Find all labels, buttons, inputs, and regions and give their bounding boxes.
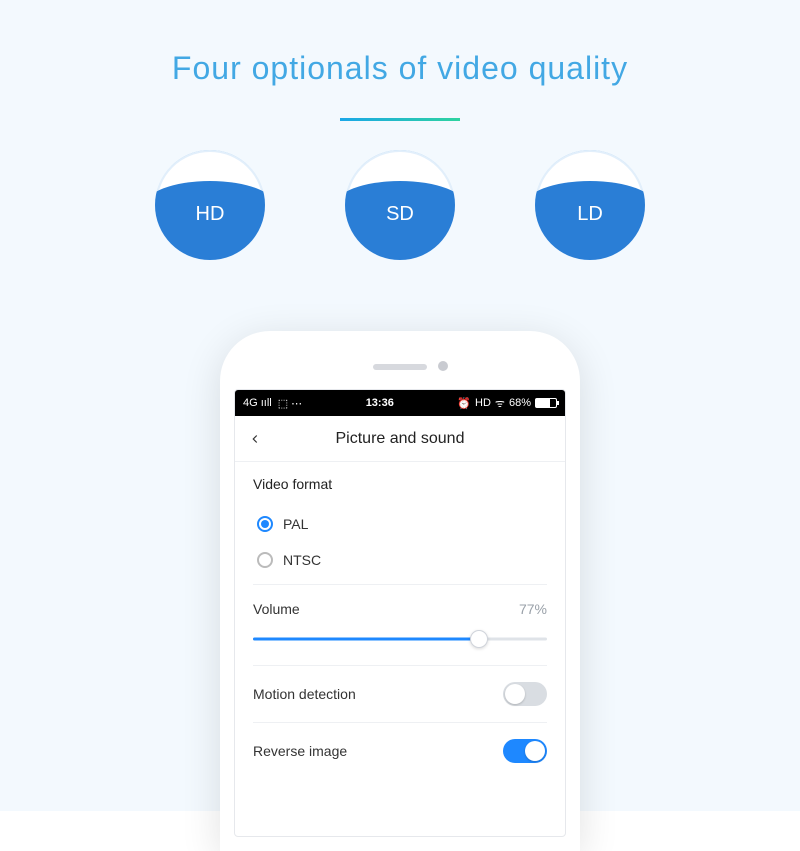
status-android-icons: ⬚ ⋯ [278,397,302,410]
quality-bubble-label: SD [345,150,455,260]
volume-slider[interactable] [253,629,547,649]
radio-pal[interactable]: PAL [253,506,547,542]
quality-bubble-hd: HD [155,150,265,260]
volume-value: 77% [519,601,547,617]
phone-camera [438,361,448,371]
battery-icon [535,398,557,408]
volume-label: Volume [253,601,300,617]
quality-bubble-ld: LD [535,150,645,260]
headline: Four optionals of video quality [0,50,800,87]
quality-bubble-label: LD [535,150,645,260]
status-signal: 4G ııll [243,397,272,409]
phone-top [234,345,566,389]
motion-detection-toggle[interactable] [503,682,547,706]
wifi-icon: ᯤ [495,396,505,411]
back-button[interactable] [235,416,275,461]
nav-bar: Picture and sound [235,416,565,462]
quality-bubbles: HD SD LD [0,150,800,260]
radio-icon [257,552,273,568]
radio-label: NTSC [283,552,321,568]
alarm-icon: ⏰ [457,397,471,410]
radio-label: PAL [283,516,308,532]
phone-speaker [373,364,427,370]
status-bar: 4G ııll ⬚ ⋯ 13:36 ⏰ HD ᯤ 68% [235,390,565,416]
phone-frame: 4G ııll ⬚ ⋯ 13:36 ⏰ HD ᯤ 68% Picture and… [220,331,580,851]
status-hd: HD [475,397,491,409]
reverse-image-toggle[interactable] [503,739,547,763]
page-title: Picture and sound [235,430,565,448]
motion-detection-label: Motion detection [253,686,356,702]
radio-ntsc[interactable]: NTSC [253,542,547,578]
radio-icon [257,516,273,532]
headline-underline [340,118,460,121]
reverse-image-label: Reverse image [253,743,347,759]
quality-bubble-sd: SD [345,150,455,260]
status-time: 13:36 [308,397,451,409]
status-battery-pct: 68% [509,397,531,409]
quality-bubble-label: HD [155,150,265,260]
video-format-label: Video format [253,476,547,492]
phone-screen: 4G ııll ⬚ ⋯ 13:36 ⏰ HD ᯤ 68% Picture and… [234,389,566,837]
